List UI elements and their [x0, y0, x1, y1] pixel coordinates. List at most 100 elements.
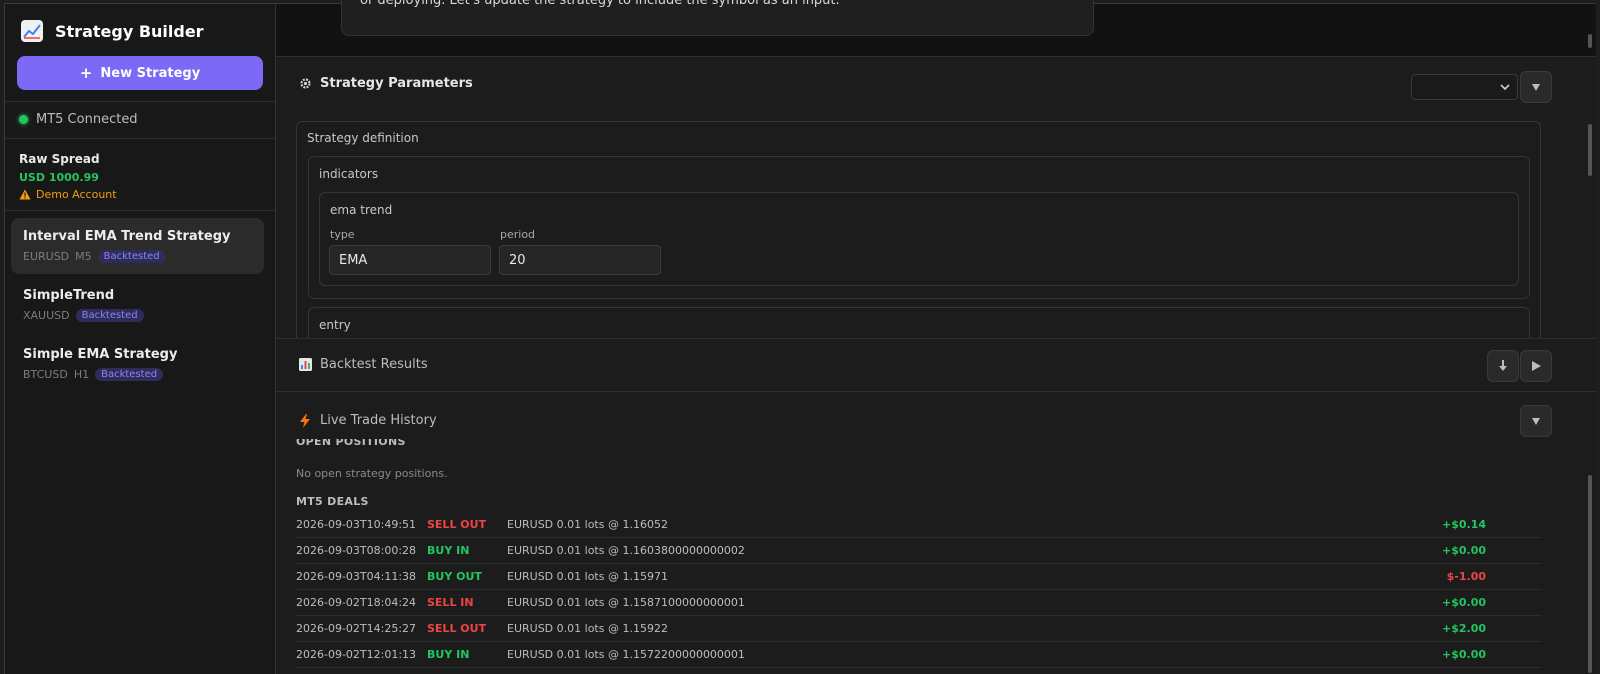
account-type: Demo Account [19, 188, 117, 201]
chevron-down-icon [1532, 418, 1540, 425]
live-scrollbar[interactable] [1588, 475, 1592, 673]
open-positions-label: OPEN POSITIONS [296, 439, 406, 448]
section-title: Live Trade History [320, 413, 437, 428]
deal-time: 2026-09-02T18:04:24 [296, 596, 417, 609]
live-trade-history-section: Live Trade History OPEN POSITIONS No ope… [276, 393, 1596, 674]
section-title: Backtest Results [320, 357, 428, 372]
strategy-symbol: EURUSD [23, 250, 70, 263]
status-badge: Backtested [75, 309, 144, 322]
chevron-down-icon [1532, 84, 1540, 91]
warning-icon [19, 189, 31, 200]
download-button[interactable] [1487, 350, 1519, 382]
entry-box [308, 307, 1530, 338]
download-icon [1499, 360, 1507, 371]
chevron-down-icon [1500, 84, 1510, 91]
deal-side: SELL IN [427, 596, 474, 609]
deal-side: SELL OUT [427, 518, 487, 531]
deal-side: BUY IN [427, 544, 470, 557]
deal-description: EURUSD 0.01 lots @ 1.16052 [507, 518, 668, 531]
deal-side: BUY IN [427, 648, 470, 661]
open-positions-heading: OPEN POSITIONS [296, 439, 406, 449]
new-strategy-button[interactable]: + New Strategy [17, 56, 263, 90]
status-dot-icon [19, 115, 28, 124]
strategy-timeframe: H1 [73, 368, 90, 381]
period-label: period [500, 228, 536, 241]
entry-label: entry [319, 318, 351, 332]
bar-chart-icon [298, 358, 312, 372]
divider [5, 210, 275, 211]
strategy-name: SimpleTrend [23, 288, 115, 303]
account-name: Raw Spread [19, 152, 100, 166]
section-title: Strategy Parameters [320, 76, 473, 91]
status-badge: Backtested [95, 368, 164, 381]
table-row: 2026-09-03T04:11:38 BUY OUT EURUSD 0.01 lo… [296, 564, 1542, 590]
app-title: Strategy Builder [55, 21, 204, 41]
type-label: type [330, 228, 355, 241]
strategy-item[interactable]: Simple EMA Strategy BTCUSD H1 Backtested [11, 336, 264, 392]
deal-time: 2026-09-02T12:01:13 [296, 648, 417, 661]
sidebar: Strategy Builder + New Strategy MT5 Conn… [5, 4, 276, 674]
main-panel: or deploying. Let's update the strategy … [276, 0, 1596, 674]
deal-side: BUY OUT [427, 570, 482, 583]
deal-description: EURUSD 0.01 lots @ 1.1572200000000001 [507, 648, 745, 661]
strategy-item[interactable]: SimpleTrend XAUUSD Backtested [11, 277, 264, 333]
chat-area[interactable]: or deploying. Let's update the strategy … [276, 0, 1596, 57]
table-row: 2026-09-03T08:00:28 BUY IN EURUSD 0.01 lot… [296, 538, 1542, 564]
strategy-name: Interval EMA Trend Strategy [23, 229, 231, 244]
account-balance: USD 1000.99 [19, 171, 99, 184]
deal-description: EURUSD 0.01 lots @ 1.15922 [507, 622, 668, 635]
new-strategy-label: New Strategy [100, 65, 201, 81]
section-header: Live Trade History [276, 413, 1596, 428]
collapse-button[interactable] [1520, 71, 1552, 103]
divider [5, 138, 275, 139]
backtest-results-section: Backtest Results [276, 339, 1596, 392]
deal-description: EURUSD 0.01 lots @ 1.1587100000000001 [507, 596, 745, 609]
deal-pnl: +$0.14 [1441, 518, 1486, 531]
strategy-symbol: BTCUSD [23, 368, 68, 381]
deal-pnl: $-1.00 [1446, 570, 1486, 583]
deal-time: 2026-09-02T14:25:27 [296, 622, 417, 635]
type-input[interactable]: EMA [329, 245, 491, 275]
chart-logo-icon [21, 20, 43, 42]
plus-icon: + [79, 64, 93, 82]
deal-time: 2026-09-03T10:49:51 [296, 518, 417, 531]
table-row: 2026-09-02T14:25:27 SELL OUT EURUSD 0.01 l… [296, 616, 1542, 642]
table-row: 2026-09-02T18:04:24 SELL IN EURUSD 0.01 lo… [296, 590, 1542, 616]
strategy-name: Simple EMA Strategy [23, 347, 178, 362]
deal-side: SELL OUT [427, 622, 487, 635]
divider [5, 101, 275, 102]
strategy-item[interactable]: Interval EMA Trend Strategy EURUSD M5 Ba… [11, 218, 264, 274]
deal-pnl: +$0.00 [1441, 596, 1486, 609]
section-header: Strategy Parameters [276, 76, 1596, 91]
section-header: Backtest Results [276, 357, 1596, 372]
collapse-button[interactable] [1520, 405, 1552, 437]
run-backtest-button[interactable] [1520, 350, 1552, 382]
strategy-select[interactable] [1411, 74, 1518, 100]
deals-heading: MT5 DEALS [296, 495, 369, 508]
strategy-parameters-section: Strategy Parameters Strategy definition … [276, 58, 1596, 339]
lightning-icon [298, 413, 312, 428]
app-window: Strategy Builder + New Strategy MT5 Conn… [4, 0, 1596, 674]
deal-description: EURUSD 0.01 lots @ 1.1603800000000002 [507, 544, 745, 557]
table-row: 2026-09-02T12:01:13 BUY IN EURUSD 0.01 lot… [296, 642, 1542, 668]
table-row: 2026-09-03T10:49:51 SELL OUT EURUSD 0.01 l… [296, 512, 1542, 538]
params-scrollbar[interactable] [1588, 124, 1592, 176]
connection-status: MT5 Connected [19, 112, 138, 127]
account-info: Raw Spread USD 1000.99 Demo Account [19, 152, 117, 201]
account-type-label: Demo Account [36, 188, 117, 201]
strategy-timeframe: M5 [75, 250, 92, 263]
strategy-symbol: XAUUSD [23, 309, 70, 322]
no-positions-text: No open strategy positions. [296, 467, 448, 480]
brand: Strategy Builder [5, 4, 275, 58]
strategy-definition-label: Strategy definition [307, 131, 419, 145]
chat-scrollbar[interactable] [1588, 34, 1592, 48]
deals-table: 2026-09-03T10:49:51 SELL OUT EURUSD 0.01 l… [296, 512, 1542, 668]
status-badge: Backtested [97, 250, 166, 263]
chat-message-text: or deploying. Let's update the strategy … [360, 0, 840, 8]
deal-pnl: +$0.00 [1441, 544, 1486, 557]
connection-label: MT5 Connected [36, 112, 138, 127]
chat-message: or deploying. Let's update the strategy … [341, 0, 1094, 36]
deal-pnl: +$0.00 [1441, 648, 1486, 661]
period-input[interactable]: 20 [499, 245, 661, 275]
deal-time: 2026-09-03T04:11:38 [296, 570, 417, 583]
